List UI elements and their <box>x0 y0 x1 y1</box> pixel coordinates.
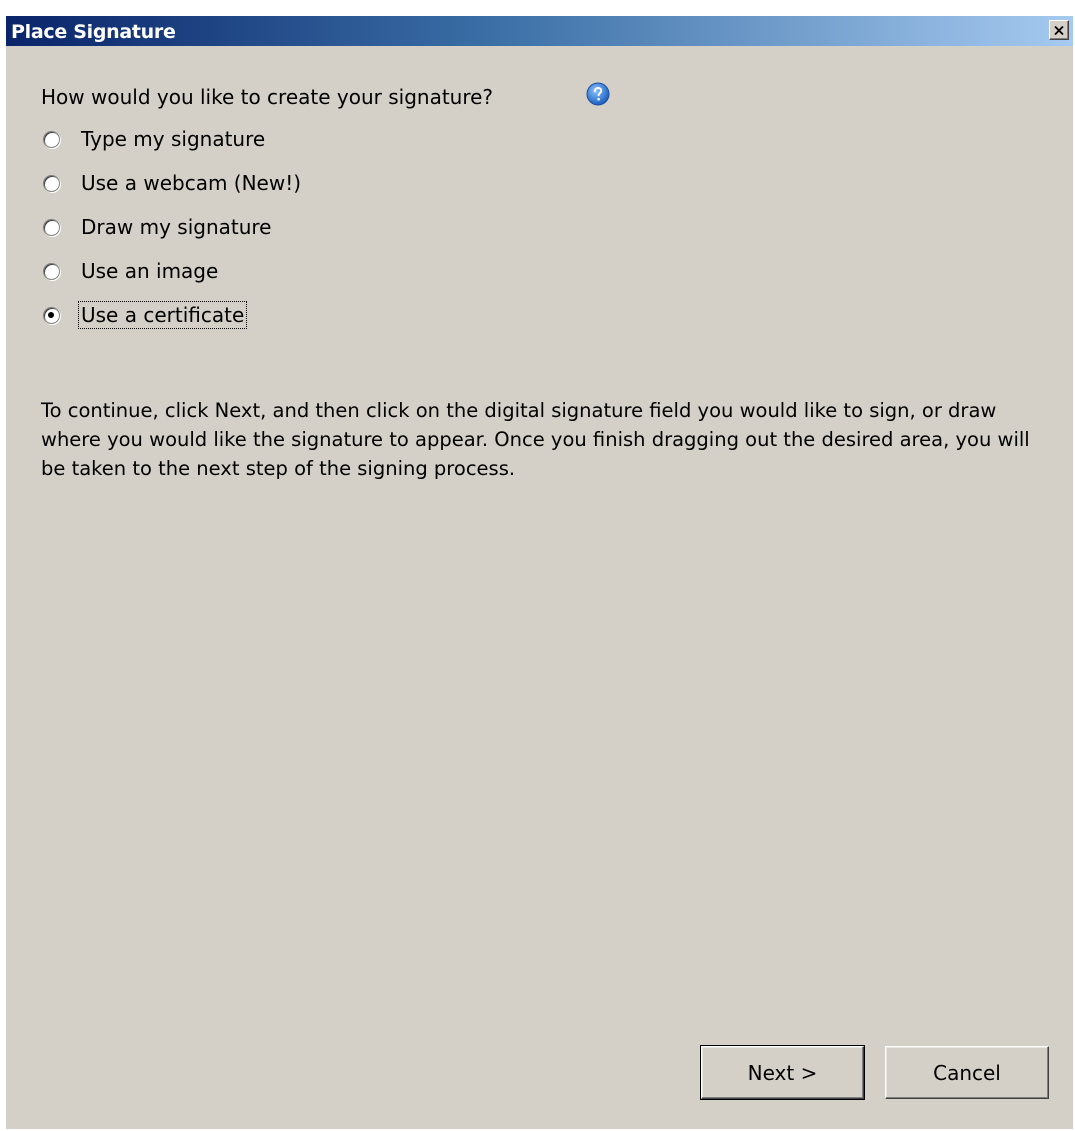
option-use-certificate[interactable]: Use a certificate <box>43 300 248 330</box>
option-use-image[interactable]: Use an image <box>43 256 220 286</box>
option-type-signature[interactable]: Type my signature <box>43 124 267 154</box>
signature-method-question: How would you like to create your signat… <box>41 85 494 109</box>
type-signature-radio[interactable] <box>43 130 60 148</box>
dialog-title: Place Signature <box>11 21 176 43</box>
type-signature-label[interactable]: Type my signature <box>79 126 267 152</box>
option-draw-signature[interactable]: Draw my signature <box>43 212 273 242</box>
title-bar[interactable]: Place Signature <box>6 16 1073 46</box>
next-button[interactable]: Next > <box>700 1045 865 1100</box>
help-icon[interactable] <box>586 82 610 106</box>
use-certificate-label[interactable]: Use a certificate <box>77 301 248 329</box>
use-certificate-radio[interactable] <box>43 306 60 324</box>
place-signature-dialog: Place Signature How would you like to cr… <box>6 16 1073 1129</box>
use-image-radio[interactable] <box>43 262 60 280</box>
cancel-button[interactable]: Cancel <box>885 1046 1049 1099</box>
close-icon <box>1054 25 1064 35</box>
draw-signature-radio[interactable] <box>43 218 60 236</box>
instructions-text: To continue, click Next, and then click … <box>41 399 1030 480</box>
draw-signature-label[interactable]: Draw my signature <box>79 214 273 240</box>
use-webcam-radio[interactable] <box>43 174 60 192</box>
use-webcam-label[interactable]: Use a webcam (New!) <box>79 170 303 196</box>
close-button[interactable] <box>1049 20 1069 40</box>
use-image-label[interactable]: Use an image <box>79 258 220 284</box>
option-use-webcam[interactable]: Use a webcam (New!) <box>43 168 303 198</box>
